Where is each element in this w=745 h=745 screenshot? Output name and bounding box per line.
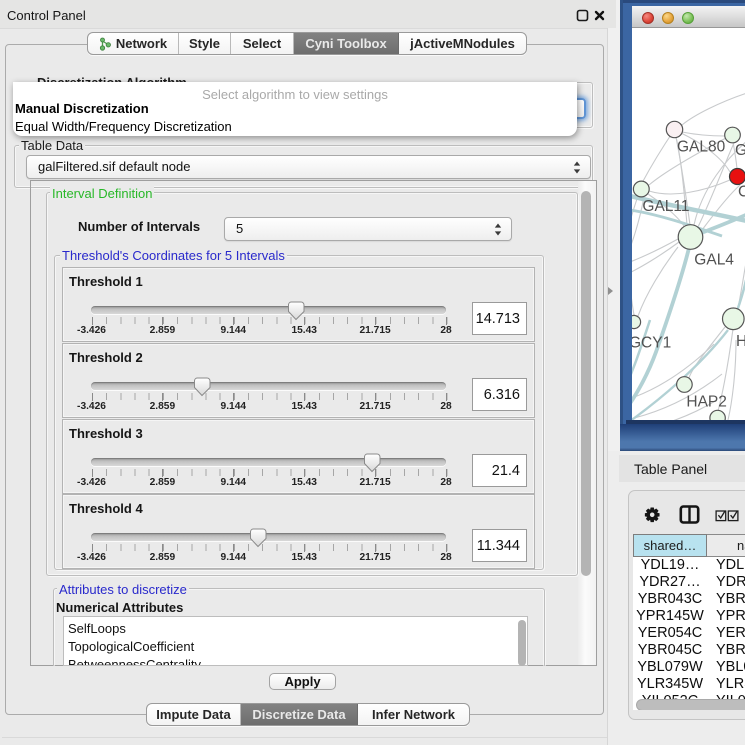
svg-text:H: H xyxy=(736,333,745,350)
svg-text:GAL11: GAL11 xyxy=(642,198,689,215)
svg-text:GCY1: GCY1 xyxy=(632,335,671,352)
svg-text:GAL4: GAL4 xyxy=(694,252,734,269)
svg-text:HAP2: HAP2 xyxy=(686,394,727,411)
svg-text:C: C xyxy=(738,184,745,201)
svg-text:GA: GA xyxy=(735,142,745,159)
svg-text:GAL80: GAL80 xyxy=(677,139,726,156)
